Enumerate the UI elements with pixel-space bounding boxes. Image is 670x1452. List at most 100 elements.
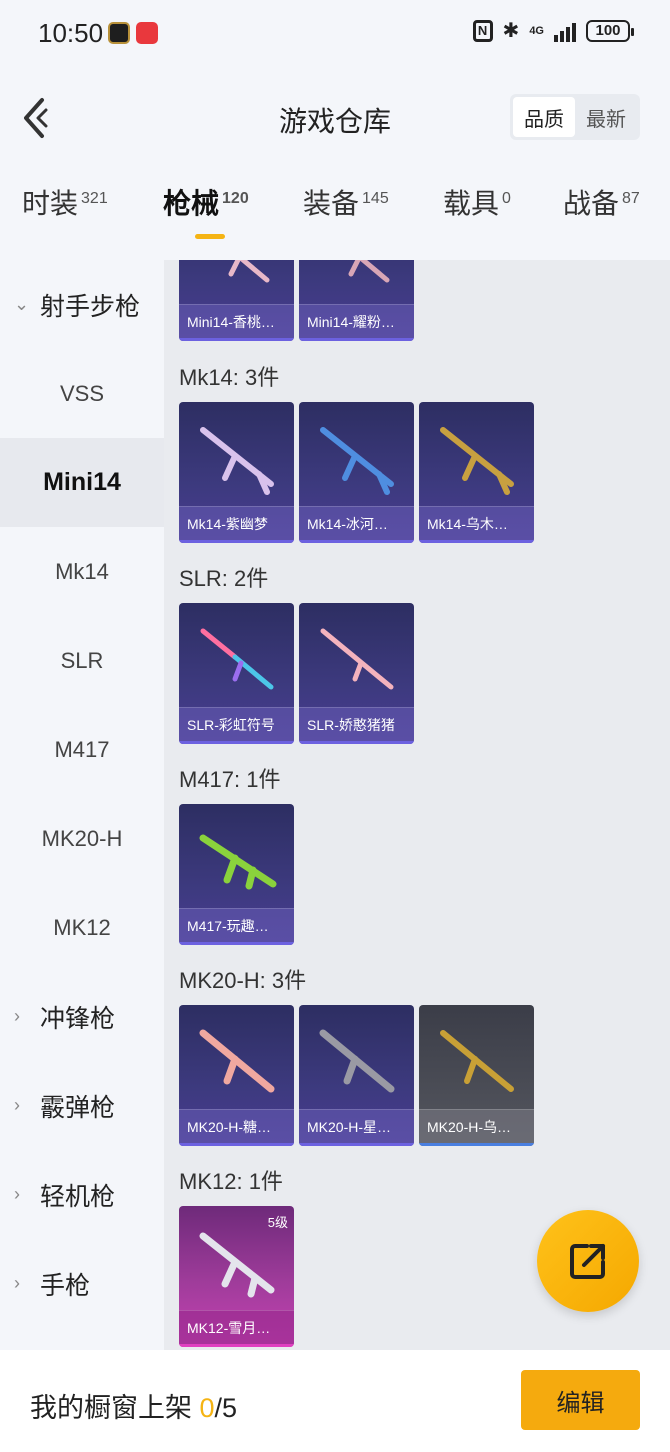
rifle-icon xyxy=(199,1029,275,1093)
chevron-right-icon: › xyxy=(14,1184,20,1204)
sidebar-item-mk20h[interactable]: MK20-H xyxy=(0,794,164,883)
bluetooth-icon: ✱ xyxy=(502,20,520,42)
weapon-card-label: Mk14-紫幽梦 xyxy=(179,506,294,540)
share-button[interactable] xyxy=(537,1210,639,1312)
network-type: 4G xyxy=(529,24,544,37)
chevron-down-icon: ⌄ xyxy=(14,294,30,314)
section-title-mk14: Mk14: 3件 xyxy=(179,365,280,390)
sidebar-item-mini14[interactable]: Mini14 xyxy=(0,438,164,527)
weapon-card-label: M417-玩趣… xyxy=(179,908,294,942)
weapon-card[interactable]: MK20-H-星… xyxy=(299,1005,414,1146)
status-time: 10:50 xyxy=(38,18,104,48)
weapon-card[interactable]: Mk14-紫幽梦 xyxy=(179,402,294,543)
section-title-slr: SLR: 2件 xyxy=(179,566,269,591)
category-tabs: 时装 321 枪械 120 装备 145 载具 0 战备 87 xyxy=(0,182,670,252)
weapon-card[interactable]: M417-玩趣… xyxy=(179,804,294,945)
weapon-card-label: SLR-娇憨猪猪 xyxy=(299,707,414,741)
weapon-card-label: SLR-彩虹符号 xyxy=(179,707,294,741)
tab-guns[interactable]: 枪械 120 xyxy=(163,182,249,239)
nfc-icon: N xyxy=(472,19,493,42)
sort-toggle: 品质 最新 xyxy=(510,94,640,140)
sidebar-group-lmg[interactable]: › 轻机枪 xyxy=(0,1150,164,1239)
rifle-icon xyxy=(320,427,394,495)
card-quality-bar xyxy=(179,741,294,744)
card-quality-bar xyxy=(179,540,294,543)
card-quality-bar xyxy=(299,1143,414,1146)
section-title-mk20h: MK20-H: 3件 xyxy=(179,968,307,993)
sidebar-item-vss[interactable]: VSS xyxy=(0,349,164,438)
tab-vehicles[interactable]: 载具 0 xyxy=(443,182,511,222)
weapon-list: Mini14-香桃… Mini14-耀粉… Mk14: 3件 Mk14-紫幽梦 … xyxy=(164,260,670,1350)
sidebar-group-smg[interactable]: › 冲锋枪 xyxy=(0,972,164,1061)
edit-button[interactable]: 编辑 xyxy=(521,1370,640,1430)
section-title-m417: M417: 1件 xyxy=(179,767,281,792)
bottom-bar: 我的橱窗上架 0/5 编辑 xyxy=(0,1350,670,1452)
tab-label: 装备 xyxy=(303,188,360,219)
tab-label: 时装 xyxy=(22,188,79,219)
card-quality-bar xyxy=(419,540,534,543)
rifle-icon xyxy=(348,260,390,283)
sidebar-group-label: 霰弹枪 xyxy=(40,1093,116,1122)
weapon-card[interactable]: Mini14-香桃… xyxy=(179,260,294,341)
tab-count: 145 xyxy=(362,189,389,207)
weapon-card[interactable]: SLR-娇憨猪猪 xyxy=(299,603,414,744)
weapon-type-sidebar: ⌄ 射手步枪 VSS Mini14 Mk14 SLR M417 MK20-H M… xyxy=(0,260,164,1350)
rifle-icon xyxy=(320,628,394,690)
sidebar-group-shotgun[interactable]: › 霰弹枪 xyxy=(0,1061,164,1150)
tab-label: 载具 xyxy=(443,188,500,219)
sidebar-item-mk12[interactable]: MK12 xyxy=(0,883,164,972)
weapon-card[interactable]: 5级 MK12-雪月… xyxy=(179,1206,294,1347)
showcase-status: 我的橱窗上架 0/5 xyxy=(30,1386,237,1425)
rifle-icon xyxy=(440,1030,514,1092)
weapon-card[interactable]: Mk14-冰河… xyxy=(299,402,414,543)
card-quality-bar xyxy=(299,338,414,341)
sidebar-item-m417[interactable]: M417 xyxy=(0,705,164,794)
sidebar-group-label: 射手步枪 xyxy=(40,292,141,321)
showcase-total-count: /5 xyxy=(214,1393,238,1423)
sidebar-group-label: 手枪 xyxy=(40,1271,91,1300)
tab-count: 120 xyxy=(222,189,249,207)
weapon-card-label: MK20-H-乌… xyxy=(419,1109,534,1143)
sidebar-item-slr[interactable]: SLR xyxy=(0,616,164,705)
weapon-card[interactable]: Mini14-耀粉… xyxy=(299,260,414,341)
weapon-card-label: MK20-H-糖… xyxy=(179,1109,294,1143)
card-quality-bar xyxy=(299,741,414,744)
weapon-card-label: MK20-H-星… xyxy=(299,1109,414,1143)
weapon-card[interactable]: MK20-H-乌… xyxy=(419,1005,534,1146)
weapon-card-label: Mini14-香桃… xyxy=(179,304,294,338)
sidebar-item-mk14[interactable]: Mk14 xyxy=(0,527,164,616)
showcase-current-count: 0 xyxy=(199,1393,215,1423)
sort-latest-button[interactable]: 最新 xyxy=(575,97,637,137)
sidebar-group-sniper[interactable]: ⌄ 射手步枪 xyxy=(0,260,164,349)
rifle-icon xyxy=(200,628,274,690)
rifle-icon xyxy=(319,1029,395,1093)
rifle-icon xyxy=(200,427,274,495)
sort-quality-button[interactable]: 品质 xyxy=(513,97,575,137)
rifle-icon xyxy=(228,260,270,283)
weapon-card[interactable]: SLR-彩虹符号 xyxy=(179,603,294,744)
card-quality-bar xyxy=(179,1344,294,1347)
status-icons: N ✱ 4G 100 xyxy=(472,18,634,43)
card-quality-bar xyxy=(299,540,414,543)
tab-count: 87 xyxy=(622,189,640,207)
battery-icon: 100 xyxy=(586,19,634,42)
weapon-card[interactable]: MK20-H-糖… xyxy=(179,1005,294,1146)
sidebar-group-pistol[interactable]: › 手枪 xyxy=(0,1239,164,1328)
weapon-card-label: MK12-雪月… xyxy=(179,1310,294,1344)
section-title-mk12: MK12: 1件 xyxy=(179,1169,283,1194)
sidebar-group-label: 冲锋枪 xyxy=(40,1004,116,1033)
rifle-icon xyxy=(199,1232,275,1298)
app-notification-icon xyxy=(136,22,158,44)
chevron-right-icon: › xyxy=(14,1095,20,1115)
weapon-card[interactable]: Mk14-乌木… xyxy=(419,402,534,543)
weapon-card-label: Mk14-冰河… xyxy=(299,506,414,540)
tab-label: 战备 xyxy=(563,188,620,219)
tab-fashion[interactable]: 时装 321 xyxy=(22,182,108,222)
tab-supplies[interactable]: 战备 87 xyxy=(563,182,640,222)
showcase-label: 我的橱窗上架 xyxy=(30,1393,192,1423)
status-bar: 10:50 N ✱ 4G 100 xyxy=(0,0,670,66)
tab-equipment[interactable]: 装备 145 xyxy=(303,182,389,222)
tab-count: 321 xyxy=(81,189,108,207)
card-quality-bar xyxy=(419,1143,534,1146)
card-quality-bar xyxy=(179,1143,294,1146)
